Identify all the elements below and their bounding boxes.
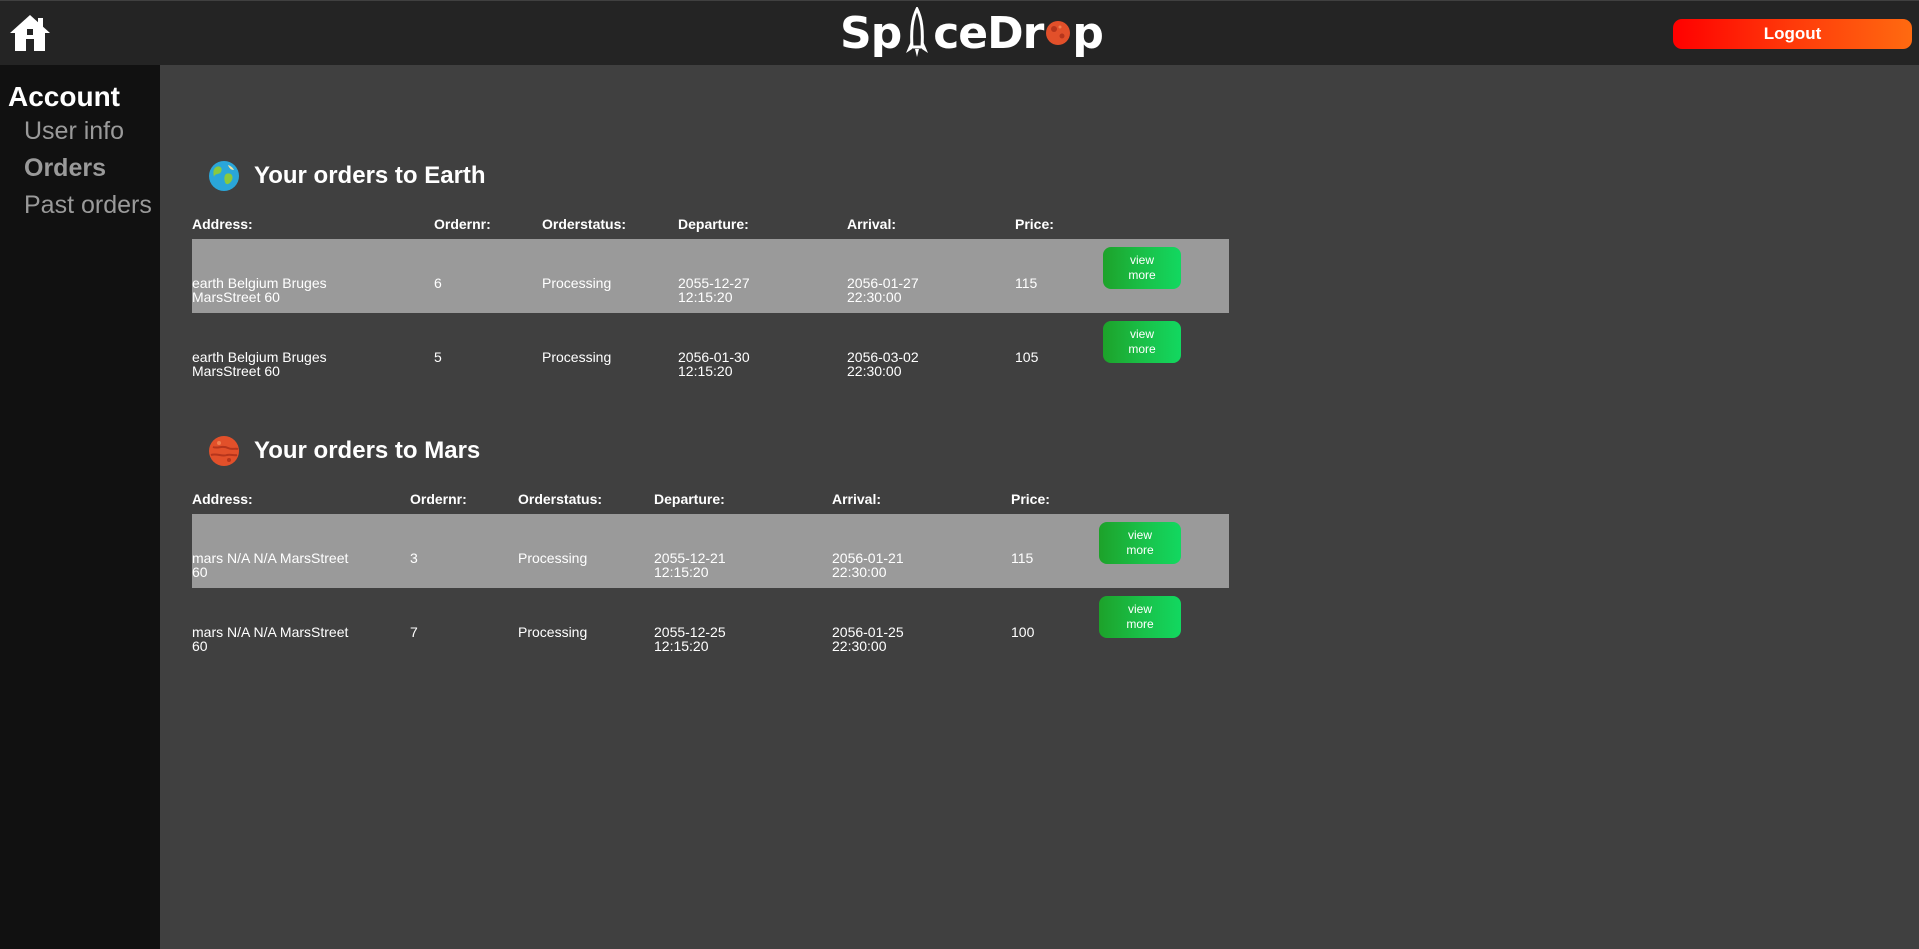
order-number: 7 [410,624,418,640]
order-status: Processing [518,550,588,566]
order-address: mars N/A N/A MarsStreet 60 [192,624,349,654]
order-arrival: 2056-01-25 22:30:00 [832,624,904,654]
order-arrival: 2056-01-21 22:30:00 [832,550,904,580]
view-more-button[interactable]: view more [1099,522,1181,564]
order-status: Processing [542,349,612,365]
earth-section-title: Your orders to Earth [208,160,486,192]
order-arrival: 2056-03-02 22:30:00 [847,349,919,379]
sidebar-item-orders[interactable]: Orders [24,154,106,183]
mars-section-heading: Your orders to Mars [254,437,481,464]
sidebar-item-past-orders[interactable]: Past orders [24,191,152,220]
order-departure: 2055-12-27 12:15:20 [678,275,750,305]
order-number: 5 [434,349,442,365]
mars-header-departure: Departure: [654,491,725,507]
mars-order-row: mars N/A N/A MarsStreet 60 7 Processing 2… [192,588,1229,662]
order-address: earth Belgium Bruges MarsStreet 60 [192,349,327,379]
mars-header-orderstatus: Orderstatus: [518,491,603,507]
order-status: Processing [542,275,612,291]
earth-section-heading: Your orders to Earth [254,162,486,189]
rocket-icon [906,7,929,57]
mars-header-ordernr: Ordernr: [410,491,467,507]
earth-order-row: earth Belgium Bruges MarsStreet 60 6 Proc… [192,239,1229,313]
order-departure: 2055-12-25 12:15:20 [654,624,726,654]
mars-icon [209,436,239,466]
mars-header-arrival: Arrival: [832,491,882,507]
order-address: earth Belgium Bruges MarsStreet 60 [192,275,327,305]
view-more-button[interactable]: view more [1103,321,1181,363]
order-status: Processing [518,624,588,640]
earth-header-departure: Departure: [678,216,749,232]
spacedrop-logo[interactable]: Sp ceDr p [840,5,1104,61]
earth-header-ordernr: Ordernr: [434,216,491,232]
earth-header-price: Price: [1015,216,1054,232]
order-arrival: 2056-01-27 22:30:00 [847,275,919,305]
order-price: 115 [1011,550,1034,566]
mars-section-title: Your orders to Mars [208,435,480,467]
earth-header-address: Address: [192,216,253,232]
logo-text-middle: ceDr [933,7,1044,59]
account-sidebar: Account User info Orders Past orders [0,65,160,949]
order-address: mars N/A N/A MarsStreet 60 [192,550,349,580]
view-more-button[interactable]: view more [1103,247,1181,289]
earth-icon [209,161,239,191]
order-departure: 2055-12-21 12:15:20 [654,550,726,580]
logo-text-end: p [1072,7,1103,59]
order-price: 115 [1015,275,1038,291]
home-button[interactable] [8,13,52,53]
mars-header-price: Price: [1011,491,1050,507]
order-number: 3 [410,550,418,566]
earth-header-arrival: Arrival: [847,216,897,232]
earth-order-row: earth Belgium Bruges MarsStreet 60 5 Proc… [192,313,1229,387]
logo-text-start: Sp [840,7,902,59]
sidebar-item-user-info[interactable]: User info [24,117,124,146]
sidebar-title: Account [8,81,120,112]
mars-order-row: mars N/A N/A MarsStreet 60 3 Processing 2… [192,514,1229,588]
logout-button[interactable]: Logout [1673,19,1912,49]
home-icon [10,15,50,51]
mars-header-address: Address: [192,491,253,507]
order-number: 6 [434,275,442,291]
earth-header-orderstatus: Orderstatus: [542,216,627,232]
top-header: Sp ceDr p Logout [0,1,1919,65]
mars-planet-logo-icon [1046,21,1071,45]
order-departure: 2056-01-30 12:15:20 [678,349,750,379]
view-more-button[interactable]: view more [1099,596,1181,638]
order-price: 100 [1011,624,1035,640]
order-price: 105 [1015,349,1039,365]
